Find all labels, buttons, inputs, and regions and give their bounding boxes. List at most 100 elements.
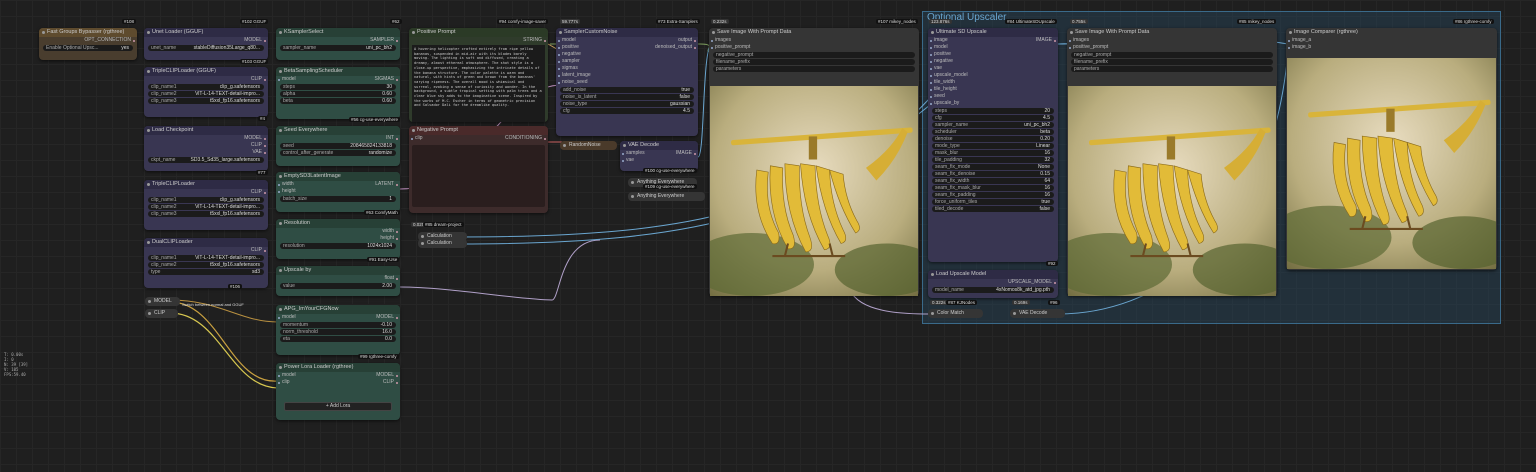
seam-fix-denoise-widget[interactable]: seam_fix_denoise 0.15 xyxy=(932,171,1054,177)
fast-groups-bypasser-node[interactable]: Fast Groups Bypasser (rgthree) OPT_CONNE… xyxy=(39,28,137,60)
upscale-by-input-slot[interactable]: upscale_by xyxy=(928,100,1058,107)
height-input-slot[interactable]: height xyxy=(276,188,400,195)
output-slot[interactable]: CLIP xyxy=(144,76,268,83)
unet-loader-node[interactable]: Unet Loader (GGUF) MODEL unet_name stable… xyxy=(144,28,268,60)
clip-name1-widget[interactable]: clip_name1 clip_g.safetensors xyxy=(148,197,264,203)
images-input-slot[interactable]: images xyxy=(709,37,919,44)
anything-everywhere-node-2[interactable]: Anything Everywhere xyxy=(628,192,705,201)
mode-type-widget[interactable]: mode_type Linear xyxy=(932,143,1054,149)
clip-name2-widget[interactable]: clip_name2 t5xxl_fp16.safetensors xyxy=(148,262,264,268)
empty-sd3-latent-node[interactable]: EmptySD3LatentImage width LATENT height b… xyxy=(276,172,400,212)
width-output-slot[interactable]: width xyxy=(276,228,400,235)
color-match-node[interactable]: Color Match xyxy=(928,309,983,318)
steps-widget[interactable]: steps 30 xyxy=(280,84,396,90)
seam-fix-mode-widget[interactable]: seam_fix_mode None xyxy=(932,164,1054,170)
load-checkpoint-node[interactable]: Load Checkpoint MODEL CLIP VAE ckpt_name… xyxy=(144,126,268,171)
output-slot[interactable]: CLIP xyxy=(144,189,268,196)
clip-output-slot[interactable]: CLIP xyxy=(144,142,268,149)
model-switch-node[interactable]: MODEL xyxy=(145,297,180,306)
latent-image-input-slot[interactable]: latent_image xyxy=(556,72,698,79)
parameters-widget[interactable]: parameters xyxy=(1071,66,1273,72)
vae-input-slot[interactable]: vae xyxy=(620,157,698,164)
tiled-decode-widget[interactable]: tiled_decode false xyxy=(932,206,1054,212)
output-slot[interactable]: OPT_CONNECTION xyxy=(39,37,137,44)
beta-sampling-scheduler-node[interactable]: BetaSamplingScheduler model SIGMAS steps 3… xyxy=(276,67,400,119)
resolution-widget[interactable]: resolution 1024x1024 xyxy=(280,243,396,249)
prompt-textarea[interactable]: A hovering helicopter crafted entirely f… xyxy=(412,45,545,122)
model-name-widget[interactable]: model_name 4xNomos8k_atd_jpg.pth xyxy=(932,287,1054,293)
image-io-slot[interactable]: image IMAGE xyxy=(928,37,1058,44)
ksampler-select-node[interactable]: KSamplerSelect SAMPLER sampler_name uni_p… xyxy=(276,28,400,60)
filename-prefix-widget[interactable]: filename_prefix xyxy=(1071,59,1273,65)
workflow-canvas[interactable]: Optional Upscaler Fast Groups Bypasser (… xyxy=(0,0,1536,472)
comparer-image-preview[interactable] xyxy=(1287,58,1496,269)
image-b-input-slot[interactable]: image_b xyxy=(1286,44,1497,51)
negative-prompt-widget[interactable]: negative_prompt xyxy=(1071,52,1273,58)
force-uniform-tiles-widget[interactable]: force_uniform_tiles true xyxy=(932,199,1054,205)
tile-height-input-slot[interactable]: tile_height xyxy=(928,86,1058,93)
clip-name1-widget[interactable]: clip_name1 clip_g.safetensors xyxy=(148,84,264,90)
output-slot[interactable]: MODEL xyxy=(144,37,268,44)
output-slot[interactable]: float xyxy=(276,275,400,282)
dual-clip-loader-node[interactable]: DualCLIPLoader CLIP clip_name1 ViT-L-14-T… xyxy=(144,238,268,288)
momentum-widget[interactable]: momentum -0.10 xyxy=(280,322,396,328)
model-io-slot[interactable]: model SIGMAS xyxy=(276,76,400,83)
ultimate-sd-upscale-node[interactable]: Ultimate SD Upscale image IMAGE model pos… xyxy=(928,28,1058,262)
clip-name2-widget[interactable]: clip_name2 ViT-L-14-TEXT-detail-impro... xyxy=(148,91,264,97)
value-widget[interactable]: value 2.00 xyxy=(280,283,396,289)
positive-prompt-input-slot[interactable]: positive_prompt xyxy=(709,44,919,51)
output-slot[interactable]: CLIP xyxy=(144,247,268,254)
negative-textarea[interactable] xyxy=(412,145,545,207)
tile-width-input-slot[interactable]: tile_width xyxy=(928,79,1058,86)
model-input-slot[interactable]: model xyxy=(928,44,1058,51)
clip-io-slot[interactable]: clip CONDITIONING xyxy=(409,135,548,142)
batch-size-widget[interactable]: batch_size 1 xyxy=(280,196,396,202)
clip-name3-widget[interactable]: clip_name3 t5xxl_fp16.safetensors xyxy=(148,98,264,104)
model-io-slot[interactable]: model output xyxy=(556,37,698,44)
seam-fix-width-widget[interactable]: seam_fix_width 64 xyxy=(932,178,1054,184)
seam-fix-padding-widget[interactable]: seam_fix_padding 16 xyxy=(932,192,1054,198)
seed-input-slot[interactable]: seed xyxy=(928,93,1058,100)
add-lora-button[interactable]: + Add Lora xyxy=(284,402,392,411)
sampler-custom-noise-node[interactable]: SamplerCustomNoise model output positive d… xyxy=(556,28,698,136)
norm-threshold-widget[interactable]: norm_threshold 16.0 xyxy=(280,329,396,335)
output-slot[interactable]: SAMPLER xyxy=(276,37,400,44)
noise-type-widget[interactable]: noise_type gaussian xyxy=(560,101,694,107)
output-slot[interactable]: INT xyxy=(276,135,400,142)
seed-everywhere-node[interactable]: Seed Everywhere INT seed 208465824133818 … xyxy=(276,126,400,166)
cfg-widget[interactable]: cfg 4.5 xyxy=(932,115,1054,121)
clip-name2-widget[interactable]: clip_name2 ViT-L-14-TEXT-detail-impro... xyxy=(148,204,264,210)
images-input-slot[interactable]: images xyxy=(1067,37,1277,44)
upscale-by-node[interactable]: Upscale by float value 2.00 xyxy=(276,266,400,296)
type-widget[interactable]: type sd3 xyxy=(148,269,264,275)
toggle-widget[interactable]: Enable Optional Upsc... yes xyxy=(43,45,133,51)
negative-input-slot[interactable]: negative xyxy=(556,51,698,58)
model-io-slot[interactable]: model MODEL xyxy=(276,372,400,379)
noise-seed-input-slot[interactable]: noise_seed xyxy=(556,79,698,86)
eta-widget[interactable]: eta 0.0 xyxy=(280,336,396,342)
steps-widget[interactable]: steps 20 xyxy=(932,108,1054,114)
positive-input-slot[interactable]: positive xyxy=(928,51,1058,58)
cfg-widget[interactable]: cfg 4.5 xyxy=(560,108,694,114)
positive-io-slot[interactable]: positive denoised_output xyxy=(556,44,698,51)
positive-prompt-input-slot[interactable]: positive_prompt xyxy=(1067,44,1277,51)
seam-fix-mask-blur-widget[interactable]: seam_fix_mask_blur 16 xyxy=(932,185,1054,191)
output-slot[interactable]: STRING xyxy=(409,37,548,44)
resolution-node[interactable]: Resolution width height resolution 1024x1… xyxy=(276,219,400,259)
calculation-node-2[interactable]: Calculation xyxy=(418,239,467,248)
seed-widget[interactable]: seed 208465824133818 xyxy=(280,143,396,149)
samples-io-slot[interactable]: samples IMAGE xyxy=(620,150,698,157)
sampler-input-slot[interactable]: sampler xyxy=(556,58,698,65)
model-io-slot[interactable]: model MODEL xyxy=(276,314,400,321)
negative-input-slot[interactable]: negative xyxy=(928,58,1058,65)
model-output-slot[interactable]: MODEL xyxy=(144,135,268,142)
image-a-input-slot[interactable]: image_a xyxy=(1286,37,1497,44)
power-lora-loader-node[interactable]: Power Lora Loader (rgthree) model MODEL c… xyxy=(276,363,400,420)
alpha-widget[interactable]: alpha 0.60 xyxy=(280,91,396,97)
clip-name3-widget[interactable]: clip_name3 t5xxl_fp16.safetensors xyxy=(148,211,264,217)
filename-prefix-widget[interactable]: filename_prefix xyxy=(713,59,915,65)
triple-clip-loader-gguf-node[interactable]: TripleCLIPLoader (GGUF) CLIP clip_name1 c… xyxy=(144,67,268,117)
vae-input-slot[interactable]: vae xyxy=(928,65,1058,72)
unet-name-widget[interactable]: unet_name stableDiffusion35Large_q80... xyxy=(148,45,264,51)
sampler-name-widget[interactable]: sampler_name uni_pc_bh2 xyxy=(932,122,1054,128)
